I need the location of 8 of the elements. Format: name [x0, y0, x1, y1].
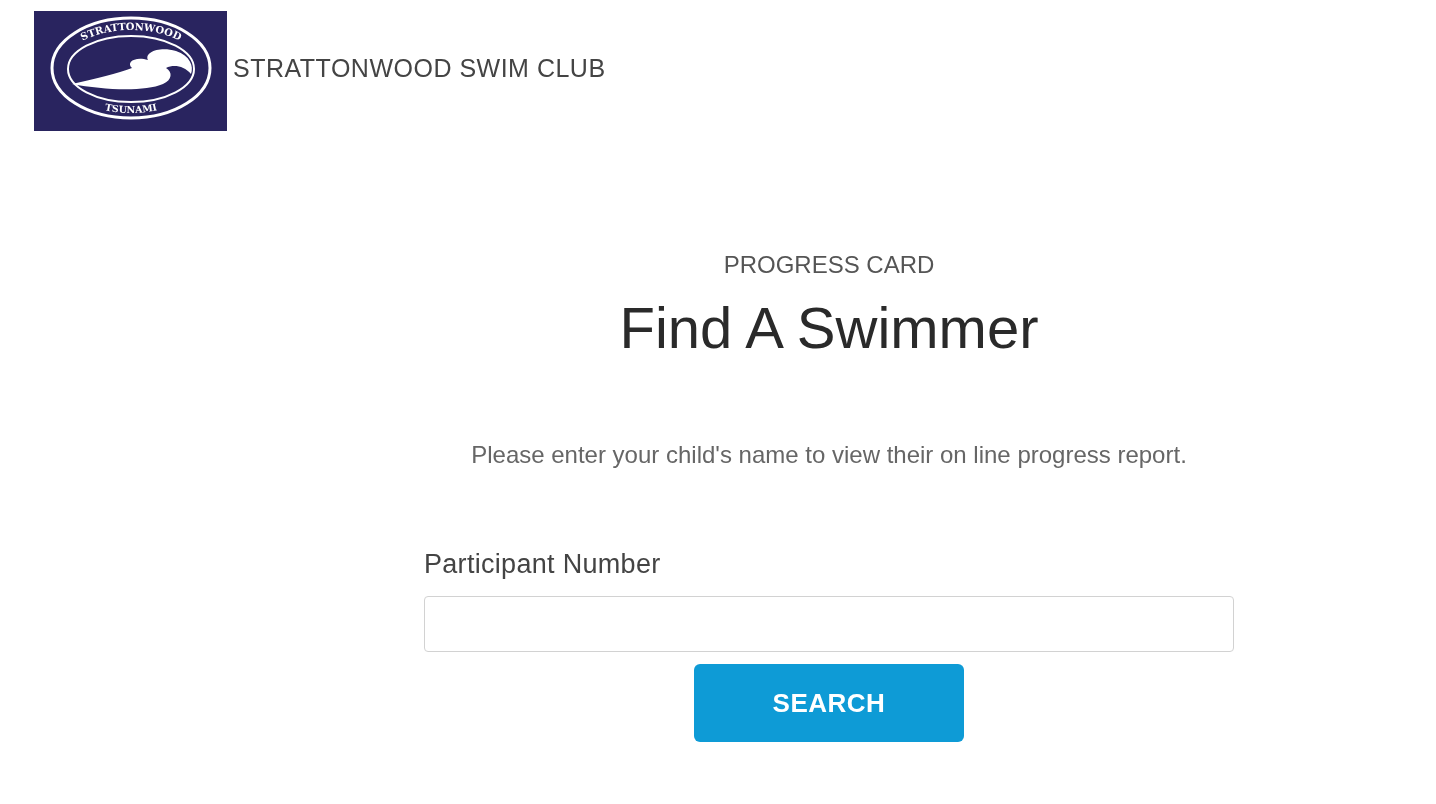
field-label: Participant Number: [424, 548, 661, 580]
logo-bottom-text: TSUNAMI: [104, 101, 158, 115]
page-title: Find A Swimmer: [619, 294, 1039, 362]
section-label: PROGRESS CARD: [723, 251, 935, 279]
instructions-text: Please enter your child's name to view their on line progress report.: [471, 440, 1187, 470]
wave-icon: [72, 49, 192, 90]
site-title-link[interactable]: STRATTONWOOD SWIM CLUB: [233, 53, 606, 83]
input-field[interactable]: [424, 596, 1234, 652]
